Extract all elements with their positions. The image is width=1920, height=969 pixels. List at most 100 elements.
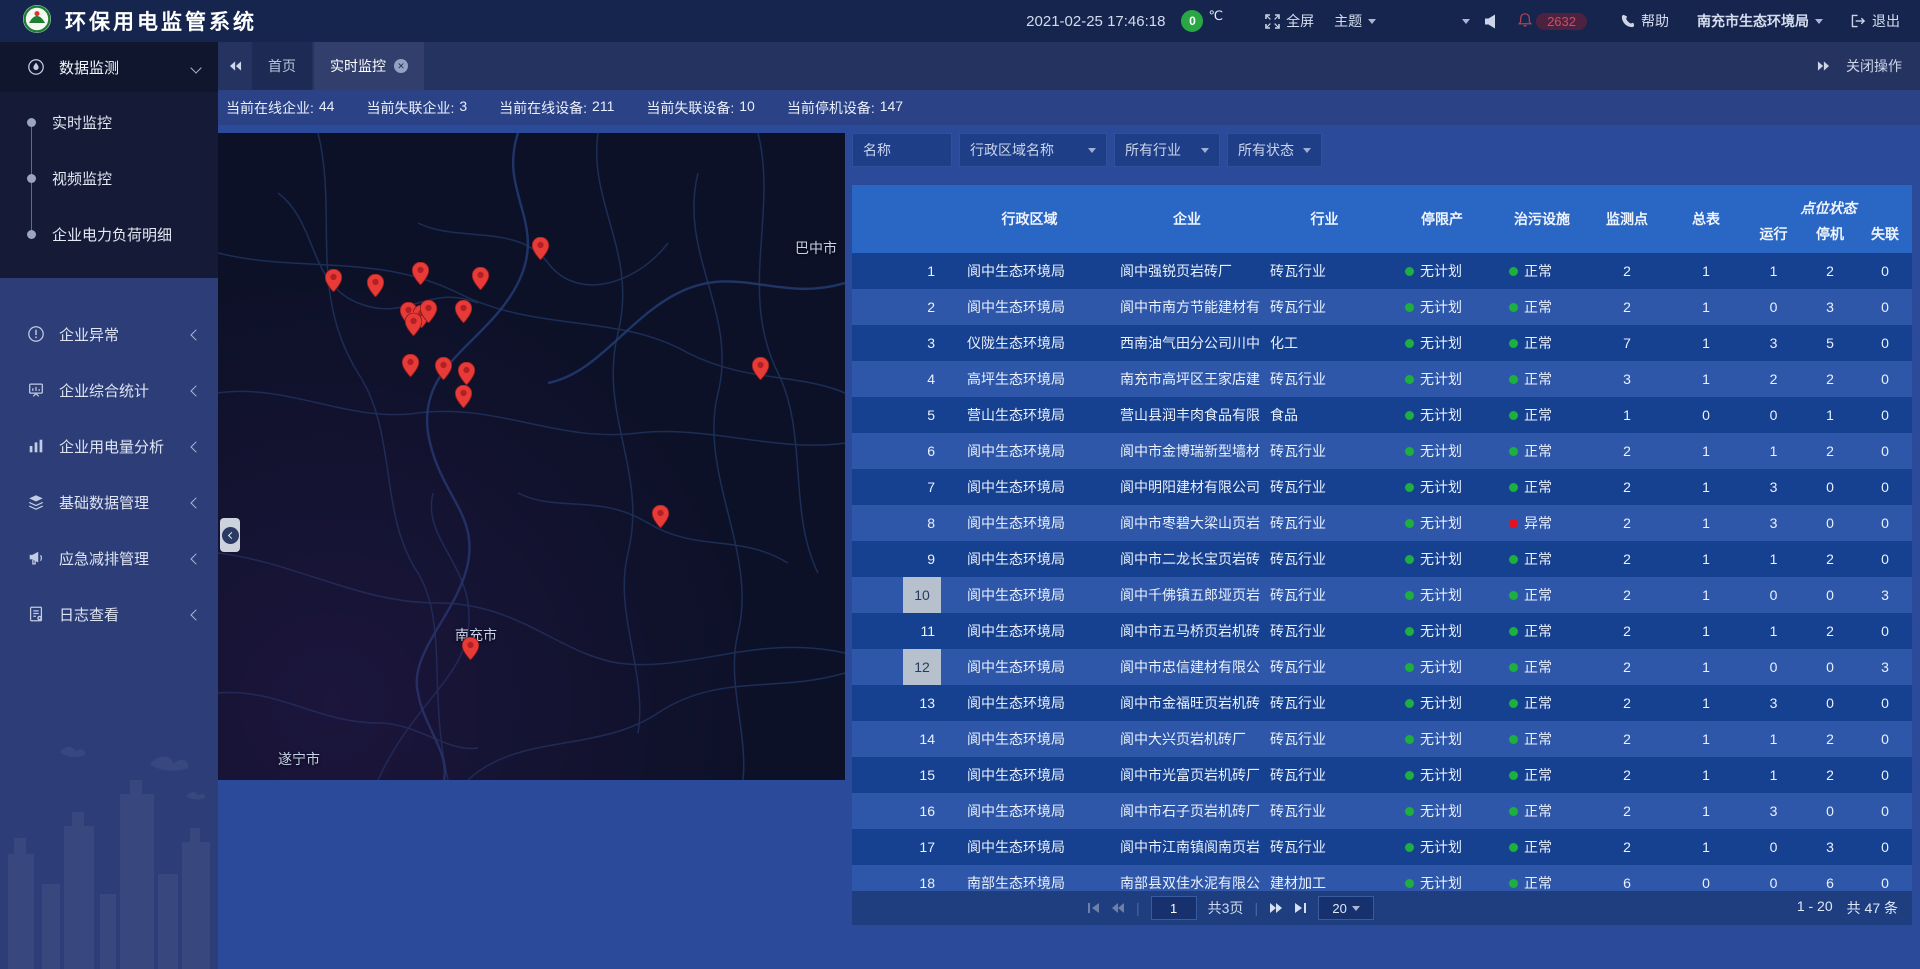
map-marker-icon[interactable] (652, 505, 669, 528)
cell-total: 1 (1667, 469, 1745, 505)
cell-region: 阆中生态环境局 (947, 793, 1112, 829)
volume-dropdown[interactable] (1462, 19, 1470, 24)
logout-button[interactable]: 退出 (1851, 11, 1900, 31)
table-row[interactable]: 17阆中生态环境局阆中市江南镇阆南页岩砖瓦行业无计划正常21030 (852, 829, 1912, 865)
table-row[interactable]: 12阆中生态环境局阆中市忠信建材有限公砖瓦行业无计划正常21003 (852, 649, 1912, 685)
tab-首页[interactable]: 首页 (252, 42, 312, 90)
map-marker-icon[interactable] (420, 300, 437, 323)
map-marker-icon[interactable] (462, 637, 479, 660)
sidebar-item-实时监控[interactable]: 实时监控 (0, 94, 218, 150)
table-row[interactable]: 1阆中生态环境局阆中强锐页岩砖厂砖瓦行业无计划正常21120 (852, 253, 1912, 289)
theme-dropdown[interactable]: 主题 (1334, 11, 1376, 31)
cell-pollution-facility-status: 正常 (1497, 793, 1587, 829)
cell-total: 1 (1667, 433, 1745, 469)
table-row[interactable]: 9阆中生态环境局阆中市二龙长宝页岩砖砖瓦行业无计划正常21120 (852, 541, 1912, 577)
cell-pollution-facility-status: 正常 (1497, 325, 1587, 361)
sidebar-item-label: 企业综合统计 (59, 380, 149, 401)
page-size-select[interactable]: 20 (1318, 896, 1374, 920)
main-area: 首页实时监控✕ 关闭操作 当前在线企业:44当前失联企业:3当前在线设备:211… (218, 42, 1920, 969)
map-marker-icon[interactable] (405, 313, 422, 336)
status-dot-icon (1509, 843, 1518, 852)
table-row[interactable]: 10阆中生态环境局阆中千佛镇五郎垭页岩砖瓦行业无计划正常21003 (852, 577, 1912, 613)
table-row[interactable]: 18南部生态环境局南部县双佳水泥有限公建材加工无计划正常60060 (852, 865, 1912, 891)
sidebar-item-基础数据管理[interactable]: 基础数据管理 (0, 474, 218, 530)
table-row[interactable]: 15阆中生态环境局阆中市光富页岩机砖厂砖瓦行业无计划正常21120 (852, 757, 1912, 793)
map-marker-icon[interactable] (532, 237, 549, 260)
plan-status-label: 无计划 (1420, 441, 1462, 461)
industry-select[interactable]: 所有行业 (1114, 133, 1220, 167)
map-marker-icon[interactable] (455, 300, 472, 323)
table-row[interactable]: 3仪陇生态环境局西南油气田分公司川中化工无计划正常71350 (852, 325, 1912, 361)
fullscreen-button[interactable]: 全屏 (1265, 11, 1314, 31)
table-row[interactable]: 4高坪生态环境局南充市高坪区王家店建砖瓦行业无计划正常31220 (852, 361, 1912, 397)
region-select[interactable]: 行政区域名称 (959, 133, 1107, 167)
last-page-button[interactable] (1294, 902, 1307, 914)
sidebar-item-企业综合统计[interactable]: 企业综合统计 (0, 362, 218, 418)
org-dropdown[interactable]: 南充市生态环境局 (1697, 11, 1823, 31)
mute-speaker-button[interactable] (1484, 14, 1498, 29)
cell-company: 西南油气田分公司川中 (1112, 325, 1262, 361)
map-marker-icon[interactable] (325, 269, 342, 292)
cell-total: 1 (1667, 577, 1745, 613)
table-row[interactable]: 6阆中生态环境局阆中市金博瑞新型墙材砖瓦行业无计划正常21120 (852, 433, 1912, 469)
cell-lost: 3 (1858, 649, 1912, 685)
datetime: 2021-02-25 17:46:18 (1026, 13, 1165, 30)
table-row[interactable]: 14阆中生态环境局阆中大兴页岩机砖厂砖瓦行业无计划正常21120 (852, 721, 1912, 757)
sidebar-item-label: 日志查看 (59, 604, 119, 625)
top-header: 环保用电监管系统 2021-02-25 17:46:18 0 ℃ 全屏 主题 (0, 0, 1920, 42)
map-marker-icon[interactable] (367, 274, 384, 297)
table-row[interactable]: 16阆中生态环境局阆中市石子页岩机砖厂砖瓦行业无计划正常21300 (852, 793, 1912, 829)
first-page-button[interactable] (1087, 902, 1100, 914)
table-row[interactable]: 11阆中生态环境局阆中市五马桥页岩机砖砖瓦行业无计划正常21120 (852, 613, 1912, 649)
tabs-scroll-right-button[interactable] (1817, 60, 1830, 72)
tabs-scroll-left-button[interactable] (218, 42, 252, 90)
cell-production-limit-status: 无计划 (1387, 325, 1497, 361)
sidebar-item-企业异常[interactable]: 企业异常 (0, 306, 218, 362)
next-page-button[interactable] (1269, 902, 1283, 914)
chevron-down-icon (192, 59, 200, 76)
cell-run: 1 (1745, 721, 1802, 757)
sidebar-item-label: 企业用电量分析 (59, 436, 164, 457)
cell-stop: 0 (1802, 577, 1858, 613)
map-marker-icon[interactable] (435, 357, 452, 380)
sidebar-item-企业电力负荷明细[interactable]: 企业电力负荷明细 (0, 206, 218, 262)
sidebar-item-企业用电量分析[interactable]: 企业用电量分析 (0, 418, 218, 474)
page-number-input[interactable] (1151, 896, 1197, 920)
map-panel[interactable]: 巴中市南充市遂宁市 (218, 133, 845, 780)
plan-status-label: 无计划 (1420, 837, 1462, 857)
cell-run: 0 (1745, 577, 1802, 613)
cell-region: 阆中生态环境局 (947, 577, 1112, 613)
phone-icon (1621, 14, 1635, 28)
map-marker-icon[interactable] (455, 385, 472, 408)
cell-region: 阆中生态环境局 (947, 685, 1112, 721)
company-stats-icon (26, 380, 46, 400)
table-row[interactable]: 5营山生态环境局营山县润丰肉食品有限食品无计划正常10010 (852, 397, 1912, 433)
status-select[interactable]: 所有状态 (1227, 133, 1322, 167)
cell-row-number: 17 (852, 829, 947, 865)
column-header-总表: 总表 (1667, 185, 1745, 253)
table-row[interactable]: 2阆中生态环境局阆中市南方节能建材有砖瓦行业无计划正常21030 (852, 289, 1912, 325)
close-operations-button[interactable]: 关闭操作 (1846, 56, 1902, 76)
sidebar-item-视频监控[interactable]: 视频监控 (0, 150, 218, 206)
sidebar-item-日志查看[interactable]: 日志查看 (0, 586, 218, 642)
notifications-button[interactable]: 2632 (1518, 12, 1587, 30)
tab-实时监控[interactable]: 实时监控✕ (314, 42, 424, 90)
map-marker-icon[interactable] (402, 354, 419, 377)
sidebar-item-应急减排管理[interactable]: 应急减排管理 (0, 530, 218, 586)
table-row[interactable]: 8阆中生态环境局阆中市枣碧大梁山页岩砖瓦行业无计划异常21300 (852, 505, 1912, 541)
tab-close-icon[interactable]: ✕ (394, 59, 408, 73)
sidebar-group-header[interactable]: 数据监测 (0, 42, 218, 92)
cell-run: 0 (1745, 397, 1802, 433)
previous-page-button[interactable] (1111, 902, 1125, 914)
name-search-input[interactable] (852, 133, 952, 167)
cell-stop: 0 (1802, 685, 1858, 721)
cell-total: 1 (1667, 721, 1745, 757)
map-marker-icon[interactable] (458, 362, 475, 385)
table-row[interactable]: 13阆中生态环境局阆中市金福旺页岩机砖砖瓦行业无计划正常21300 (852, 685, 1912, 721)
map-marker-icon[interactable] (472, 267, 489, 290)
table-row[interactable]: 7阆中生态环境局阆中明阳建材有限公司砖瓦行业无计划正常21300 (852, 469, 1912, 505)
help-button[interactable]: 帮助 (1621, 11, 1669, 31)
map-marker-icon[interactable] (752, 357, 769, 380)
map-marker-icon[interactable] (412, 262, 429, 285)
sidebar-collapse-handle[interactable] (220, 518, 240, 552)
